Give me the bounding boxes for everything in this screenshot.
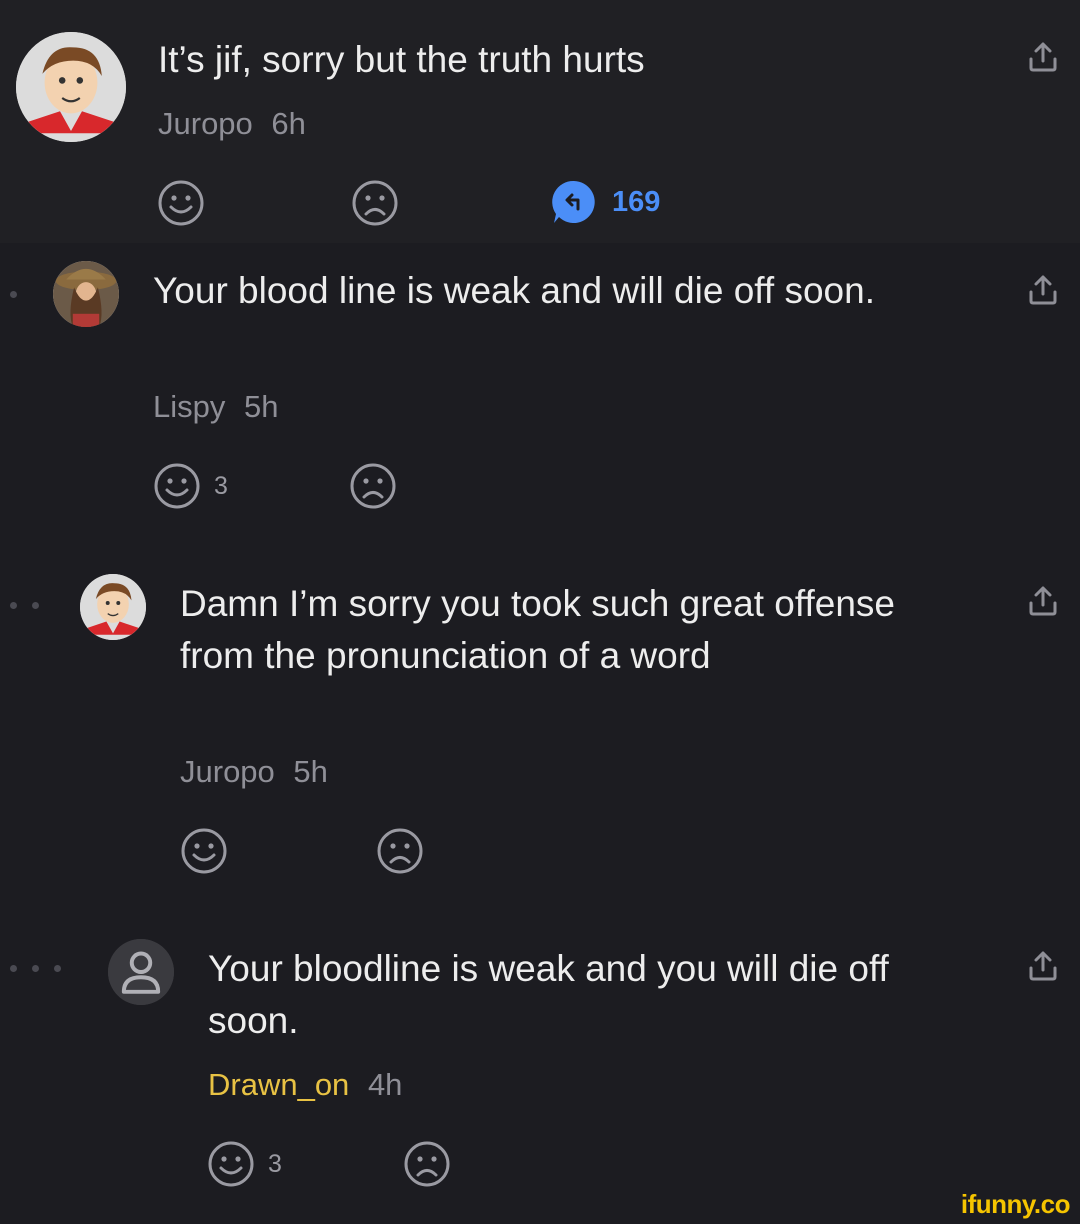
username[interactable]: Drawn_on [208,1067,349,1102]
share-button[interactable] [1026,40,1060,74]
timestamp: 5h [244,389,279,424]
smile-button[interactable] [156,178,206,228]
username[interactable]: Juropo [180,754,275,789]
timestamp: 5h [293,754,328,789]
frown-icon [404,1141,450,1187]
comment-text: It’s jif, sorry but the truth hurts [158,39,645,80]
avatar[interactable] [108,939,174,1005]
frown-button[interactable] [348,461,398,511]
share-button[interactable] [1026,584,1060,618]
reply-bubble-icon [552,180,595,223]
default-user-icon [108,939,174,1005]
share-icon [1029,951,1057,981]
comment-text: Damn I’m sorry you took such great offen… [180,583,895,676]
smile-icon [158,180,204,226]
watermark: ifunny.co [960,1189,1071,1219]
username[interactable]: Juropo [158,106,253,141]
username[interactable]: Lispy [153,389,225,424]
smile-count: 3 [214,471,228,500]
frown-icon [352,180,398,226]
smile-button[interactable]: 3 [206,1139,282,1189]
frown-icon [377,828,423,874]
frown-button[interactable] [402,1139,452,1189]
replies-button[interactable]: 169 [550,178,660,226]
share-icon [1029,275,1057,305]
avatar[interactable] [53,261,119,327]
thread-depth-indicator [10,291,17,298]
comment-root: It’s jif, sorry but the truth hurts Juro… [0,0,1080,243]
comment-reply: Your bloodline is weak and you will die … [0,925,1080,1195]
avatar-lispy-image [53,261,119,327]
comment-meta: Lispy 5h [153,389,278,425]
comment-reply: Your blood line is weak and will die off… [0,243,1080,533]
smile-icon [154,463,200,509]
frown-icon [350,463,396,509]
smile-icon [181,828,227,874]
comment-text: Your blood line is weak and will die off… [153,270,875,311]
smile-button[interactable]: 3 [152,461,228,511]
reply-count: 169 [612,185,661,218]
avatar[interactable] [80,574,146,640]
avatar-juropo-image [16,32,126,142]
timestamp: 4h [367,1067,403,1102]
share-button[interactable] [1026,273,1060,307]
avatar-juropo-image [80,574,146,640]
timestamp: 6h [271,106,306,141]
comment-meta: Juropo 6h [158,106,306,142]
thread-depth-indicator [10,965,61,972]
smile-count: 3 [268,1149,282,1178]
comment-reply: Damn I’m sorry you took such great offen… [0,560,1080,900]
share-icon [1029,586,1057,616]
share-button[interactable] [1026,949,1060,983]
smile-icon [208,1141,254,1187]
thread-depth-indicator [10,602,39,609]
share-icon [1029,42,1057,72]
comment-meta: Drawn_on 4h [208,1067,402,1103]
frown-button[interactable] [350,178,400,228]
smile-button[interactable] [179,826,229,876]
comment-text: Your bloodline is weak and you will die … [208,948,889,1041]
avatar[interactable] [16,32,126,142]
frown-button[interactable] [375,826,425,876]
comment-meta: Juropo 5h [180,754,328,790]
